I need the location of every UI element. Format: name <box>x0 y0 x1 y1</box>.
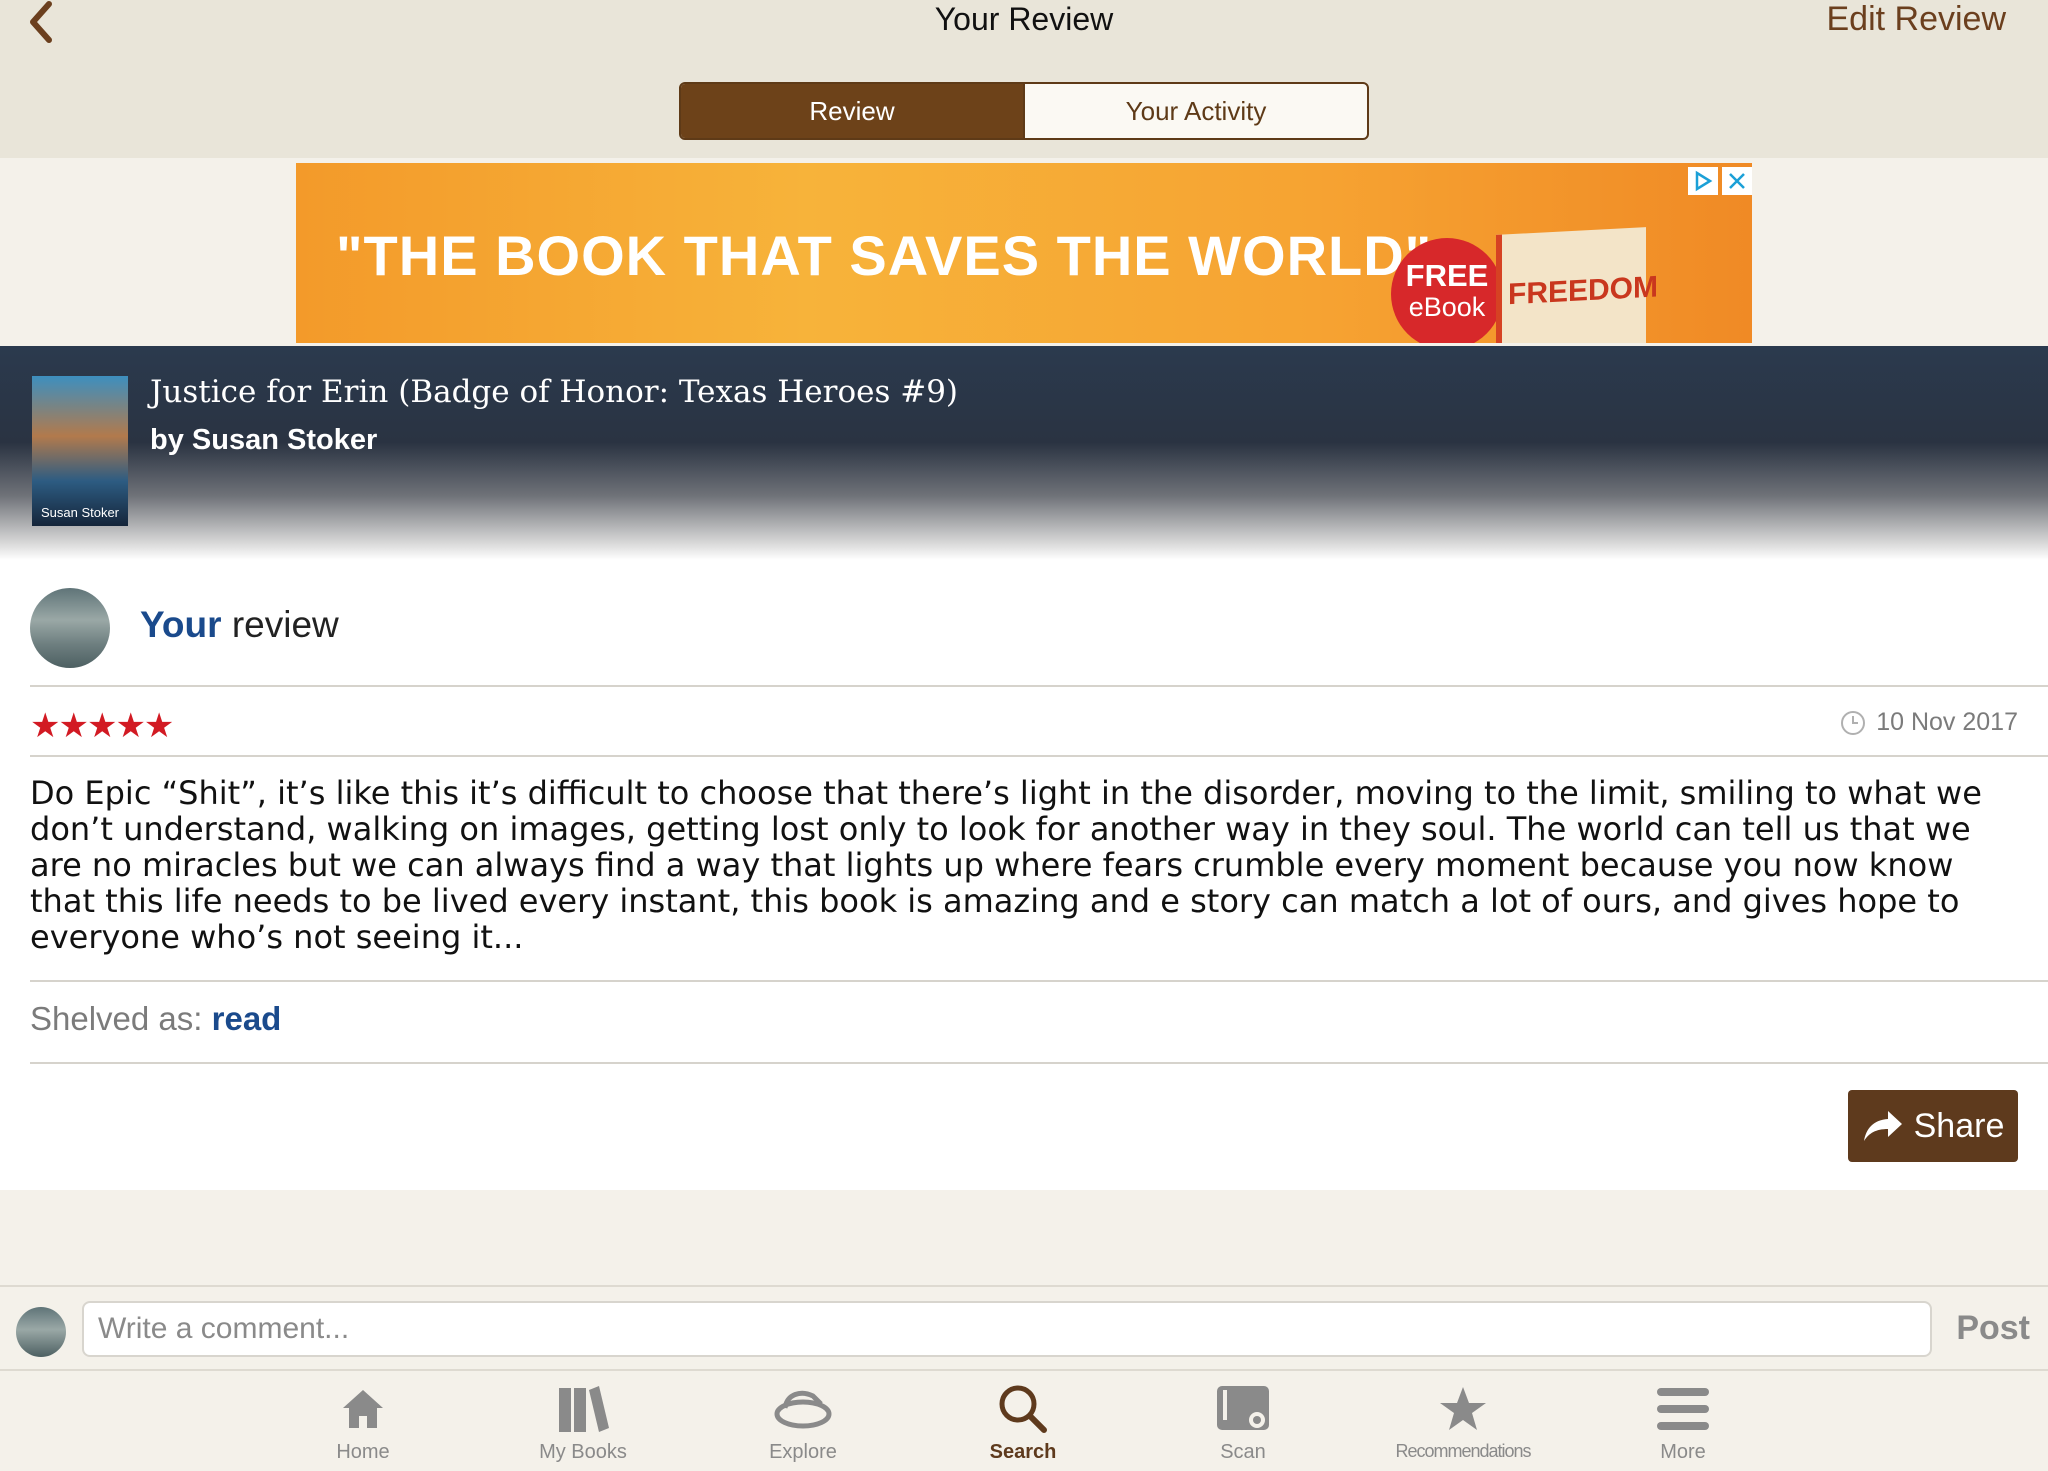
ad-banner[interactable]: "THE BOOK THAT SAVES THE WORLD" FREE eBo… <box>296 163 1752 343</box>
post-button[interactable]: Post <box>1956 1309 2030 1348</box>
share-label: Share <box>1913 1106 2005 1145</box>
avatar[interactable] <box>30 588 110 668</box>
ad-badge-free: FREE <box>1405 258 1489 293</box>
review-date-text: 10 Nov 2017 <box>1876 708 2018 736</box>
home-icon <box>343 1390 383 1428</box>
book-author[interactable]: by Susan Stoker <box>150 424 377 457</box>
close-icon[interactable] <box>1722 167 1752 195</box>
review-section: Your review ★★★★★ 10 Nov 2017 Do Epic “S… <box>0 560 2048 1190</box>
clock-icon <box>1841 710 1866 735</box>
tab-recommendations[interactable]: Recommendations <box>1373 1379 1553 1462</box>
ad-book-cover: FREEDOM <box>1496 227 1658 343</box>
star-rating: ★★★★★ <box>30 707 174 745</box>
page-title: Your Review <box>934 1 1114 37</box>
bottom-tab-bar: Home My Books Explore Search Scan Recomm… <box>0 1373 2048 1471</box>
books-icon <box>559 1386 609 1432</box>
tab-more-label: More <box>1660 1441 1706 1463</box>
shelf-link-read[interactable]: read <box>212 1000 282 1037</box>
ad-headline: "THE BOOK THAT SAVES THE WORLD" <box>336 224 1433 287</box>
ad-controls <box>1688 167 1752 195</box>
search-icon <box>999 1385 1047 1433</box>
tab-explore-label: Explore <box>769 1441 837 1463</box>
explore-icon <box>774 1390 832 1429</box>
adchoices-icon[interactable] <box>1688 167 1718 195</box>
cover-author-text: Susan Stoker <box>40 505 120 520</box>
comment-input[interactable] <box>82 1301 1932 1357</box>
tab-scan[interactable]: Scan <box>1153 1379 1333 1464</box>
tab-recommendations-label: Recommendations <box>1395 1441 1531 1461</box>
tab-home-label: Home <box>336 1441 390 1463</box>
review-date: 10 Nov 2017 <box>1840 708 2018 737</box>
tab-scan-label: Scan <box>1220 1441 1266 1463</box>
tab-my-books-label: My Books <box>539 1441 627 1463</box>
comment-bar: Post <box>0 1285 2048 1371</box>
book-header: Susan Stoker Justice for Erin (Badge of … <box>0 346 2048 560</box>
tab-review[interactable]: Review <box>681 84 1023 138</box>
tab-my-books[interactable]: My Books <box>493 1379 673 1464</box>
shelved-label: Shelved as: <box>30 1000 203 1037</box>
ad-container: "THE BOOK THAT SAVES THE WORLD" FREE eBo… <box>0 158 2048 346</box>
share-arrow-icon <box>1863 1111 1902 1141</box>
menu-icon <box>1657 1388 1709 1430</box>
share-button[interactable]: Share <box>1848 1090 2018 1162</box>
review-heading-review: review <box>231 604 339 645</box>
edit-review-button[interactable]: Edit Review <box>1826 0 2006 38</box>
tab-home[interactable]: Home <box>273 1379 453 1464</box>
tab-your-activity[interactable]: Your Activity <box>1023 84 1367 138</box>
review-heading-your: Your <box>140 604 222 645</box>
divider <box>30 685 2048 687</box>
top-navigation-bar: Your Review Edit Review Review Your Acti… <box>0 0 2048 158</box>
divider <box>30 1062 2048 1064</box>
tab-search[interactable]: Search <box>933 1379 1113 1464</box>
segmented-control: Review Your Activity <box>679 82 1369 140</box>
comment-avatar <box>16 1307 66 1357</box>
review-heading: Your review <box>140 604 339 646</box>
divider <box>30 980 2048 982</box>
ad-book-title: FREEDOM <box>1508 270 1658 312</box>
ad-badge-ebook: eBook <box>1408 292 1486 322</box>
divider <box>30 755 2048 757</box>
tab-search-label: Search <box>989 1441 1057 1463</box>
tab-more[interactable]: More <box>1593 1379 1773 1464</box>
star-icon <box>1440 1387 1486 1430</box>
tab-explore[interactable]: Explore <box>713 1379 893 1464</box>
book-title[interactable]: Justice for Erin (Badge of Honor: Texas … <box>150 374 958 410</box>
scan-icon <box>1217 1386 1269 1430</box>
review-body-text: Do Epic “Shit”, it’s like this it’s diff… <box>30 774 1982 956</box>
book-cover-image[interactable]: Susan Stoker <box>32 376 128 526</box>
ad-free-badge: FREE eBook <box>1391 238 1503 343</box>
shelved-as: Shelved as: read <box>30 1000 281 1038</box>
